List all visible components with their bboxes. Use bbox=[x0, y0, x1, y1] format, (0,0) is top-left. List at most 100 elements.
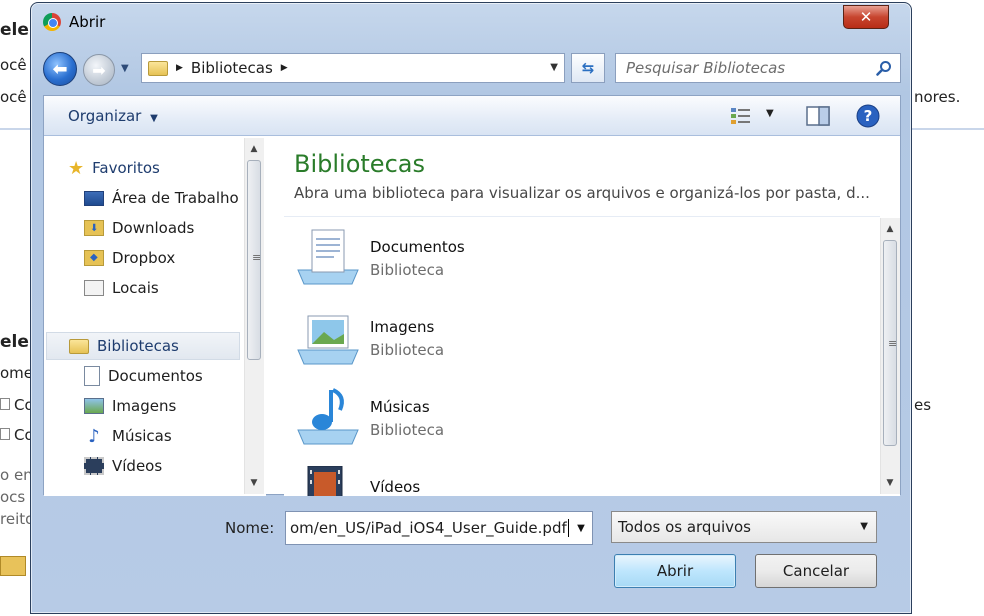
filename-input[interactable]: om/en_US/iPad_iOS4_User_Guide.pdf bbox=[285, 511, 593, 545]
scroll-down-arrow[interactable]: ▼ bbox=[881, 474, 899, 492]
bg-text: ocs bbox=[0, 488, 26, 506]
content-title: Bibliotecas bbox=[294, 150, 425, 178]
address-bar[interactable]: ▶ Bibliotecas ▶ ▼ bbox=[141, 53, 565, 83]
nav-videos[interactable]: Vídeos bbox=[84, 452, 162, 480]
dialog-body: Organizar ▼ ▼ ? ★ Favoritos Área de Trab… bbox=[43, 95, 901, 496]
library-name: Vídeos bbox=[370, 478, 421, 496]
nav-favorites-label: Favoritos bbox=[92, 159, 160, 177]
view-options-icon[interactable] bbox=[730, 106, 752, 126]
library-type: Biblioteca bbox=[370, 261, 445, 279]
filename-history-dropdown[interactable]: ▼ bbox=[570, 512, 592, 544]
back-button[interactable]: ⬅ bbox=[43, 52, 77, 86]
bg-text: o en bbox=[0, 466, 33, 484]
chevron-down-icon: ▼ bbox=[150, 113, 158, 124]
recent-pages-dropdown[interactable]: ▼ bbox=[121, 63, 133, 75]
document-icon bbox=[84, 366, 100, 386]
address-dropdown[interactable]: ▼ bbox=[550, 62, 558, 73]
film-icon bbox=[84, 457, 104, 475]
organize-menu[interactable]: Organizar ▼ bbox=[68, 107, 158, 125]
nav-music[interactable]: ♪ Músicas bbox=[84, 422, 172, 450]
view-dropdown-icon[interactable]: ▼ bbox=[766, 108, 774, 119]
documents-library-icon bbox=[297, 229, 359, 285]
library-folder-icon bbox=[69, 338, 89, 354]
bg-checkbox bbox=[0, 398, 10, 410]
arrow-right-icon: ➡ bbox=[92, 60, 106, 80]
scroll-thumb[interactable]: ≡ bbox=[247, 160, 261, 360]
bg-text: ele bbox=[0, 332, 29, 352]
breadcrumb-arrow-icon: ▶ bbox=[176, 63, 183, 73]
nav-downloads[interactable]: ⬇ Downloads bbox=[84, 214, 194, 242]
nav-documents[interactable]: Documentos bbox=[84, 362, 203, 390]
grip-icon: ≡ bbox=[888, 337, 898, 350]
help-icon[interactable]: ? bbox=[856, 104, 880, 128]
text-cursor bbox=[567, 519, 569, 537]
bg-text: ocê bbox=[0, 56, 27, 74]
preview-pane-icon[interactable] bbox=[806, 106, 830, 126]
close-button[interactable]: ✕ bbox=[843, 5, 889, 29]
nav-libraries-label: Bibliotecas bbox=[97, 337, 179, 355]
nav-libraries[interactable]: Bibliotecas bbox=[46, 332, 240, 360]
bg-text: ocê bbox=[0, 88, 27, 106]
bg-text: ome bbox=[0, 364, 34, 382]
command-toolbar: Organizar ▼ ▼ ? bbox=[44, 96, 900, 136]
music-note-icon: ♪ bbox=[88, 425, 100, 447]
content-scrollbar[interactable]: ▲ ≡ ▼ bbox=[880, 218, 900, 494]
file-type-select[interactable]: Todos os arquivos ▼ bbox=[611, 511, 877, 543]
organize-label: Organizar bbox=[68, 107, 142, 125]
nav-item-label: Vídeos bbox=[112, 457, 163, 475]
nav-favorites[interactable]: ★ Favoritos bbox=[68, 154, 160, 182]
breadcrumb-arrow-icon[interactable]: ▶ bbox=[281, 63, 288, 73]
chevron-down-icon: ▼ bbox=[577, 522, 585, 534]
bg-divider bbox=[0, 128, 30, 130]
nav-dropbox[interactable]: ◆ Dropbox bbox=[84, 244, 175, 272]
library-type: Biblioteca bbox=[370, 421, 445, 439]
file-type-value: Todos os arquivos bbox=[618, 518, 751, 536]
library-item[interactable]: Vídeos bbox=[294, 466, 774, 496]
scroll-up-arrow[interactable]: ▲ bbox=[881, 220, 899, 238]
search-placeholder: Pesquisar Bibliotecas bbox=[626, 59, 786, 77]
search-icon[interactable] bbox=[876, 60, 892, 76]
open-file-dialog: Abrir ✕ ⬅ ➡ ▼ ▶ Bibliotecas ▶ ▼ ⇆ Pesqui… bbox=[30, 2, 912, 614]
downloads-folder-icon: ⬇ bbox=[84, 220, 104, 236]
chrome-icon bbox=[43, 13, 61, 31]
library-name: Músicas bbox=[370, 398, 430, 416]
forward-button[interactable]: ➡ bbox=[83, 54, 115, 86]
chevron-down-icon: ▼ bbox=[121, 63, 129, 74]
refresh-button[interactable]: ⇆ bbox=[571, 53, 605, 83]
filename-label: Nome: bbox=[225, 519, 275, 537]
chevron-down-icon: ▼ bbox=[860, 521, 868, 532]
scroll-thumb[interactable]: ≡ bbox=[883, 240, 897, 446]
nav-recent-places[interactable]: Locais bbox=[84, 274, 159, 302]
library-folder-icon bbox=[148, 60, 168, 76]
picture-icon bbox=[84, 398, 104, 414]
nav-pictures[interactable]: Imagens bbox=[84, 392, 176, 420]
title-bar: Abrir bbox=[43, 11, 105, 33]
nav-desktop[interactable]: Área de Trabalho bbox=[84, 184, 239, 212]
grip-icon: ≡ bbox=[252, 251, 262, 264]
breadcrumb-bibliotecas[interactable]: Bibliotecas bbox=[191, 59, 273, 77]
library-item[interactable]: Imagens Biblioteca bbox=[294, 306, 774, 382]
dropbox-folder-icon: ◆ bbox=[84, 250, 104, 266]
navigation-bar: ⬅ ➡ ▼ ▶ Bibliotecas ▶ ▼ ⇆ Pesquisar Bibl… bbox=[43, 51, 903, 87]
scroll-up-arrow[interactable]: ▲ bbox=[245, 140, 263, 158]
open-button[interactable]: Abrir bbox=[614, 554, 736, 588]
desktop-icon bbox=[84, 190, 104, 206]
nav-item-label: Downloads bbox=[112, 219, 195, 237]
nav-scrollbar[interactable]: ▲ ≡ ▼ bbox=[244, 138, 264, 494]
cancel-button[interactable]: Cancelar bbox=[755, 554, 877, 588]
scroll-down-arrow[interactable]: ▼ bbox=[245, 474, 263, 492]
library-item[interactable]: Documentos Biblioteca bbox=[294, 226, 774, 302]
nav-item-label: Área de Trabalho bbox=[112, 189, 239, 207]
content-pane: Bibliotecas Abra uma biblioteca para vis… bbox=[284, 136, 900, 496]
search-input[interactable]: Pesquisar Bibliotecas bbox=[615, 53, 901, 83]
videos-library-icon bbox=[307, 466, 343, 496]
pictures-library-icon bbox=[297, 315, 359, 365]
bg-text: es bbox=[914, 396, 932, 414]
filename-value: om/en_US/iPad_iOS4_User_Guide.pdf bbox=[290, 519, 567, 537]
bg-text: nores. bbox=[914, 88, 961, 106]
nav-item-label: Músicas bbox=[112, 427, 172, 445]
svg-text:?: ? bbox=[864, 107, 873, 125]
music-library-icon bbox=[297, 388, 359, 445]
refresh-icon: ⇆ bbox=[581, 59, 595, 77]
library-item[interactable]: Músicas Biblioteca bbox=[294, 386, 774, 462]
